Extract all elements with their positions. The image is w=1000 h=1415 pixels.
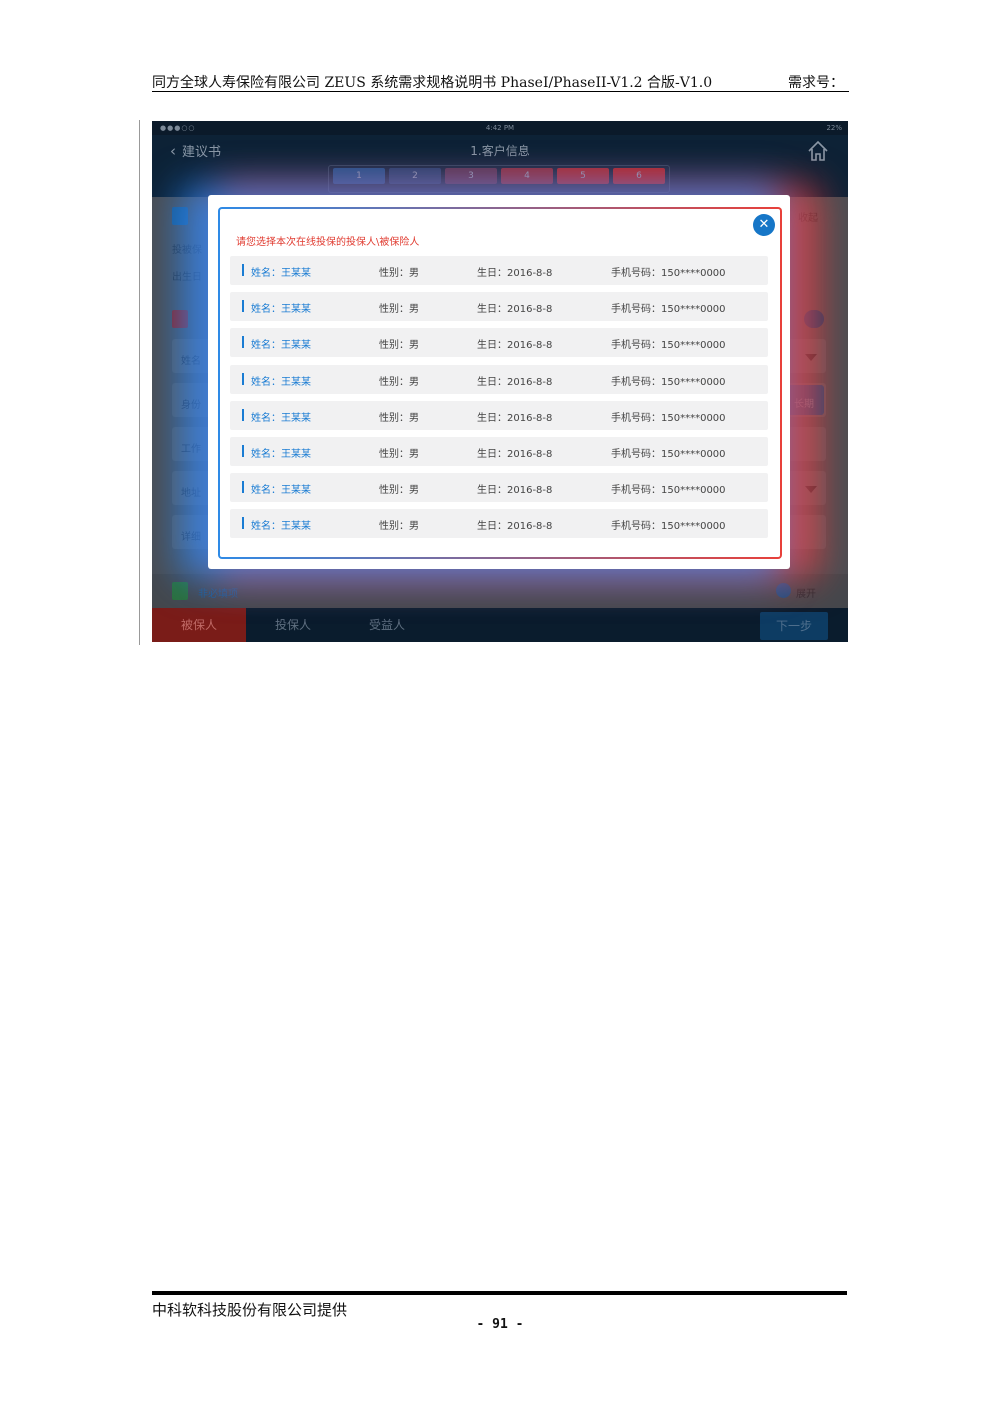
optional-label: 非必填项 (198, 589, 238, 600)
person-gender: 性别：男 (379, 485, 419, 497)
tab-beneficiary[interactable]: 受益人 (340, 608, 434, 642)
row-marker (242, 408, 244, 421)
modal-prompt: 请您选择本次在线投保的投保人\被保险人 (236, 237, 420, 248)
person-name: 姓名：王某某 (251, 268, 311, 279)
person-name: 姓名：王某某 (251, 412, 311, 424)
document-header-req-number: 需求号： (788, 75, 844, 91)
step-tab-4[interactable]: 4 (501, 168, 553, 184)
person-row[interactable]: 姓名：王某某 性别：男 生日：2016-8-8 手机号码：150****0000 (230, 292, 768, 322)
app-screenshot: ●●●○○ 4:42 PM 22% ‹ 建议书 1.客户信息 1 2 3 4 5 … (152, 121, 848, 642)
chevron-down-icon[interactable] (805, 354, 817, 361)
status-time: 4:42 PM (485, 124, 515, 132)
bg-label-job: 工作 (181, 444, 201, 455)
footer-company: 中科软科技股份有限公司提供 (152, 1301, 348, 1319)
chevron-down-circle-icon (776, 583, 791, 598)
row-marker (242, 264, 244, 276)
person-phone: 手机号码：150****0000 (611, 521, 726, 533)
person-row[interactable]: 姓名：王某某 性别：男 生日：2016-8-8 手机号码：150****0000 (230, 437, 768, 466)
person-phone: 手机号码：150****0000 (611, 304, 726, 316)
person-row[interactable]: 姓名：王某某 性别：男 生日：2016-8-8 手机号码：150****0000 (230, 328, 768, 358)
step-tabs: 1 2 3 4 5 6 (328, 165, 670, 193)
person-gender: 性别：男 (379, 449, 419, 460)
person-row[interactable]: 姓名：王某某 性别：男 生日：2016-8-8 手机号码：150****0000 (230, 364, 768, 394)
person-birthday: 生日：2016-8-8 (477, 449, 553, 460)
document-header-title: 同方全球人寿保险有限公司 ZEUS 系统需求规格说明书 PhaseI/Phase… (152, 75, 713, 91)
bg-label-applicant: 投被保 (172, 245, 202, 256)
bg-label-birthday: 出生日 (172, 272, 202, 283)
person-phone: 手机号码：150****0000 (611, 485, 726, 497)
collapse-label[interactable]: 收起 (798, 209, 818, 224)
person-birthday: 生日：2016-8-8 (477, 376, 553, 388)
person-birthday: 生日：2016-8-8 (477, 340, 553, 352)
person-row[interactable]: 姓名：王某某 性别：男 生日：2016-8-8 手机号码：150****0000 (230, 256, 768, 285)
person-gender: 性别：男 (379, 304, 419, 316)
header-divider (152, 91, 849, 92)
person-birthday: 生日：2016-8-8 (477, 485, 553, 497)
status-bar: ●●●○○ 4:42 PM 22% (152, 121, 848, 135)
person-phone: 手机号码：150****0000 (611, 412, 726, 424)
person-gender: 性别：男 (379, 268, 419, 279)
margin-line (139, 120, 140, 645)
bg-label-name: 姓名 (181, 356, 201, 367)
chevron-down-icon[interactable] (805, 486, 817, 493)
person-phone: 手机号码：150****0000 (611, 268, 726, 279)
step-tab-5[interactable]: 5 (557, 168, 609, 184)
person-birthday: 生日：2016-8-8 (477, 412, 553, 424)
document-icon (172, 207, 188, 225)
footer-divider (152, 1291, 847, 1295)
row-marker (242, 445, 244, 457)
step-tab-1[interactable]: 1 (333, 168, 385, 184)
user-search-icon[interactable] (804, 310, 824, 328)
person-name: 姓名：王某某 (251, 521, 311, 533)
person-gender: 性别：男 (379, 521, 419, 533)
bg-label-address: 地址 (181, 488, 201, 499)
home-button[interactable] (806, 139, 830, 163)
person-birthday: 生日：2016-8-8 (477, 521, 553, 533)
bottom-tab-bar: 被保人 投保人 受益人 下一步 (152, 608, 848, 642)
person-name: 姓名：王某某 (251, 449, 311, 460)
home-icon (808, 140, 828, 161)
row-marker (242, 336, 244, 349)
person-phone: 手机号码：150****0000 (611, 340, 726, 352)
person-gender: 性别：男 (379, 376, 419, 388)
page-number: - 91 - (476, 1317, 524, 1332)
navigation-bar: ‹ 建议书 1.客户信息 1 2 3 4 5 6 (152, 135, 848, 197)
select-person-modal: ✕ 请您选择本次在线投保的投保人\被保险人 姓名：王某某 性别：男 生日：2016-… (208, 195, 790, 569)
person-gender: 性别：男 (379, 340, 419, 352)
page-title: 1.客户信息 (470, 144, 530, 158)
next-step-button[interactable]: 下一步 (760, 612, 828, 640)
row-marker (242, 517, 244, 530)
person-row[interactable]: 姓名：王某某 性别：男 生日：2016-8-8 手机号码：150****0000 (230, 473, 768, 503)
row-marker (242, 372, 244, 385)
person-phone: 手机号码：150****0000 (611, 376, 726, 388)
person-row[interactable]: 姓名：王某某 性别：男 生日：2016-8-8 手机号码：150****0000 (230, 509, 768, 539)
optional-section[interactable]: 非必填项 展开 (152, 574, 848, 608)
date-button-label: 长期 (794, 399, 814, 410)
person-name: 姓名：王某某 (251, 340, 311, 352)
step-tab-6[interactable]: 6 (613, 168, 665, 184)
battery-level: 22% (826, 124, 842, 132)
bg-label-id: 身份 (181, 400, 201, 411)
close-icon[interactable]: ✕ (753, 214, 775, 236)
person-name: 姓名：王某某 (251, 485, 311, 497)
person-birthday: 生日：2016-8-8 (477, 268, 553, 279)
person-row[interactable]: 姓名：王某某 性别：男 生日：2016-8-8 手机号码：150****0000 (230, 400, 768, 430)
step-tab-2[interactable]: 2 (389, 168, 441, 184)
step-tab-3[interactable]: 3 (445, 168, 497, 184)
person-name: 姓名：王某某 (251, 376, 311, 388)
tab-insured[interactable]: 被保人 (152, 608, 246, 642)
expand-label: 展开 (796, 589, 816, 600)
form-icon (172, 310, 188, 328)
row-marker (242, 300, 244, 313)
person-gender: 性别：男 (379, 412, 419, 424)
person-birthday: 生日：2016-8-8 (477, 304, 553, 316)
person-name: 姓名：王某某 (251, 304, 311, 316)
edit-icon (172, 582, 188, 600)
tab-applicant[interactable]: 投保人 (246, 608, 340, 642)
person-phone: 手机号码：150****0000 (611, 449, 726, 460)
row-marker (242, 481, 244, 494)
bg-label-detail: 详细 (181, 532, 201, 543)
